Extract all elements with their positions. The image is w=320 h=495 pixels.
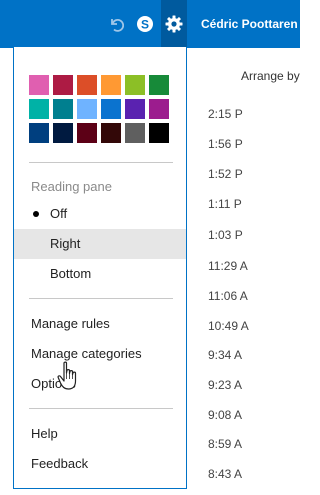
theme-color-swatch[interactable] [125, 99, 145, 119]
menu-item-label: Off [50, 206, 68, 221]
undo-button[interactable] [103, 0, 129, 48]
theme-color-swatch[interactable] [29, 99, 49, 119]
divider [29, 162, 173, 163]
menu-item-label: Bottom [50, 266, 92, 281]
gear-icon [165, 15, 183, 33]
reading-pane-off[interactable]: Off [14, 199, 186, 229]
message-time[interactable]: 10:49 A [208, 319, 308, 333]
skype-icon: S [137, 16, 153, 32]
theme-color-swatch[interactable] [149, 99, 169, 119]
settings-button[interactable] [161, 0, 187, 48]
theme-color-swatch[interactable] [29, 75, 49, 95]
undo-icon [111, 19, 124, 32]
theme-color-swatch[interactable] [53, 75, 73, 95]
theme-color-swatch[interactable] [101, 75, 121, 95]
message-time[interactable]: 1:52 P [208, 167, 308, 181]
reading-pane-heading: Reading pane [31, 179, 112, 194]
theme-color-swatch[interactable] [125, 123, 145, 143]
skype-button[interactable]: S [132, 0, 158, 48]
hand-cursor-icon [57, 361, 77, 390]
theme-color-swatch[interactable] [53, 99, 73, 119]
message-time[interactable]: 9:34 A [208, 348, 308, 362]
feedback-item[interactable]: Feedback [14, 449, 186, 479]
divider [29, 408, 173, 409]
message-time[interactable]: 11:29 A [208, 259, 308, 273]
theme-color-swatch[interactable] [53, 123, 73, 143]
theme-color-swatch[interactable] [149, 123, 169, 143]
message-list-times: 2:15 P 1:56 P 1:52 P 1:11 P 1:03 P 11:29… [200, 0, 300, 495]
theme-color-swatch[interactable] [29, 123, 49, 143]
divider [29, 298, 173, 299]
menu-item-label: Feedback [31, 456, 89, 471]
theme-color-swatch[interactable] [77, 75, 97, 95]
message-time[interactable]: 2:15 P [208, 107, 308, 121]
message-time[interactable]: 8:43 A [208, 467, 308, 481]
help-item[interactable]: Help [14, 419, 186, 449]
menu-item-label: Help [31, 426, 58, 441]
theme-color-swatch[interactable] [77, 123, 97, 143]
menu-item-label: Manage rules [31, 316, 110, 331]
theme-color-swatch[interactable] [101, 99, 121, 119]
message-time[interactable]: 9:08 A [208, 408, 308, 422]
theme-color-swatch[interactable] [149, 75, 169, 95]
message-time[interactable]: 1:03 P [208, 228, 308, 242]
menu-item-label: Right [50, 236, 81, 251]
message-time[interactable]: 1:11 P [208, 197, 308, 211]
reading-pane-bottom[interactable]: Bottom [14, 259, 186, 289]
manage-categories-item[interactable]: Manage categories [14, 339, 186, 369]
message-time[interactable]: 8:59 A [208, 437, 308, 451]
message-time[interactable]: 1:56 P [208, 137, 308, 151]
manage-rules-item[interactable]: Manage rules [14, 309, 186, 339]
svg-text:S: S [141, 18, 149, 32]
message-time[interactable]: 9:23 A [208, 378, 308, 392]
menu-item-label: Manage categories [31, 346, 142, 361]
theme-color-swatch[interactable] [125, 75, 145, 95]
reading-pane-right[interactable]: Right [14, 229, 186, 259]
options-item[interactable]: Options [14, 369, 186, 399]
theme-color-swatch[interactable] [77, 99, 97, 119]
selected-bullet-icon [33, 211, 39, 217]
theme-color-swatch[interactable] [101, 123, 121, 143]
message-time[interactable]: 11:06 A [208, 289, 308, 303]
settings-menu: Reading pane Off Right Bottom Manage rul… [13, 47, 187, 489]
